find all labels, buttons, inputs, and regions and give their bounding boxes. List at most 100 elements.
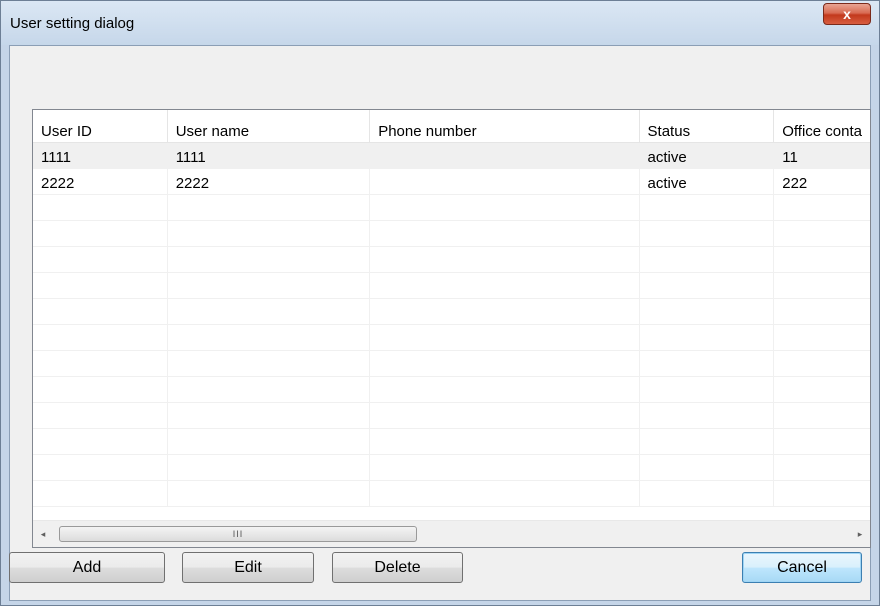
empty-cell [168, 429, 371, 454]
empty-cell [33, 273, 168, 298]
empty-table-row[interactable] [33, 481, 870, 507]
empty-cell [640, 429, 775, 454]
empty-cell [640, 221, 775, 246]
title-bar[interactable]: User setting dialog x [1, 1, 879, 45]
empty-table-row[interactable] [33, 429, 870, 455]
empty-cell [774, 299, 870, 324]
empty-table-row[interactable] [33, 325, 870, 351]
empty-cell [370, 247, 640, 272]
empty-cell [370, 221, 640, 246]
empty-cell [774, 455, 870, 480]
empty-cell [33, 377, 168, 402]
empty-cell [640, 351, 775, 376]
empty-cell [168, 351, 371, 376]
empty-table-row[interactable] [33, 455, 870, 481]
empty-cell [774, 481, 870, 506]
empty-cell [774, 377, 870, 402]
cell-user-id: 1111 [33, 143, 168, 168]
empty-cell [33, 429, 168, 454]
empty-cell [370, 325, 640, 350]
cell-phone-number [370, 169, 640, 194]
empty-cell [33, 195, 168, 220]
empty-cell [168, 481, 371, 506]
cancel-button[interactable]: Cancel [742, 552, 862, 583]
window-title: User setting dialog [10, 15, 135, 32]
scrollbar-thumb[interactable]: III [59, 526, 417, 542]
cell-user-name: 1111 [168, 143, 371, 168]
empty-cell [33, 299, 168, 324]
empty-cell [33, 325, 168, 350]
empty-table-row[interactable] [33, 299, 870, 325]
grip-icon: III [232, 529, 244, 539]
cell-phone-number [370, 143, 640, 168]
delete-button[interactable]: Delete [332, 552, 463, 583]
empty-cell [33, 351, 168, 376]
empty-cell [370, 299, 640, 324]
empty-cell [774, 247, 870, 272]
column-header-user-id[interactable]: User ID [33, 110, 168, 142]
users-list-view[interactable]: User ID User name Phone number Status Of… [32, 109, 871, 548]
empty-cell [640, 273, 775, 298]
empty-cell [33, 481, 168, 506]
empty-cell [370, 481, 640, 506]
empty-cell [774, 403, 870, 428]
cell-status: active [640, 143, 775, 168]
empty-cell [640, 195, 775, 220]
cell-office-contact: 222 [782, 175, 808, 192]
empty-cell [774, 221, 870, 246]
empty-cell [168, 299, 371, 324]
table-row[interactable]: 1111 1111 active 11 [33, 143, 870, 169]
empty-cell [640, 403, 775, 428]
column-header-phone-number[interactable]: Phone number [370, 110, 640, 142]
empty-table-row[interactable] [33, 195, 870, 221]
list-header: User ID User name Phone number Status Of… [33, 110, 870, 143]
add-button[interactable]: Add [9, 552, 165, 583]
empty-cell [33, 455, 168, 480]
empty-cell [640, 481, 775, 506]
empty-table-row[interactable] [33, 221, 870, 247]
scroll-left-arrow-icon[interactable]: ◂ [33, 521, 53, 547]
column-header-user-name[interactable]: User name [168, 110, 371, 142]
empty-table-row[interactable] [33, 351, 870, 377]
empty-cell [640, 325, 775, 350]
empty-cell [370, 429, 640, 454]
scroll-right-arrow-icon[interactable]: ▸ [850, 521, 870, 547]
empty-cell [168, 377, 371, 402]
empty-cell [640, 377, 775, 402]
cell-user-id: 2222 [33, 169, 168, 194]
empty-cell [774, 273, 870, 298]
empty-cell [640, 247, 775, 272]
empty-rows [33, 195, 870, 507]
empty-table-row[interactable] [33, 377, 870, 403]
empty-cell [168, 273, 371, 298]
empty-cell [774, 195, 870, 220]
empty-table-row[interactable] [33, 403, 870, 429]
empty-cell [168, 455, 371, 480]
column-header-status[interactable]: Status [640, 110, 775, 142]
horizontal-scrollbar[interactable]: ◂ III ▸ [33, 520, 870, 547]
close-button[interactable]: x [823, 3, 871, 25]
empty-cell [370, 403, 640, 428]
empty-cell [168, 221, 371, 246]
empty-cell [33, 403, 168, 428]
empty-cell [774, 351, 870, 376]
empty-cell [370, 195, 640, 220]
empty-cell [774, 429, 870, 454]
empty-cell [370, 351, 640, 376]
cell-status: active [640, 169, 775, 194]
list-rows: 1111 1111 active 11 2222 2222 active 222 [33, 143, 870, 507]
empty-cell [370, 377, 640, 402]
column-header-office-contact[interactable]: Office conta [774, 110, 870, 142]
empty-table-row[interactable] [33, 247, 870, 273]
table-row[interactable]: 2222 2222 active 222 [33, 169, 870, 195]
empty-cell [370, 455, 640, 480]
empty-cell [168, 195, 371, 220]
cell-user-name: 2222 [168, 169, 371, 194]
edit-button[interactable]: Edit [182, 552, 314, 583]
empty-cell [370, 273, 640, 298]
empty-cell [33, 221, 168, 246]
empty-cell [168, 403, 371, 428]
empty-cell [640, 299, 775, 324]
empty-table-row[interactable] [33, 273, 870, 299]
empty-cell [33, 247, 168, 272]
